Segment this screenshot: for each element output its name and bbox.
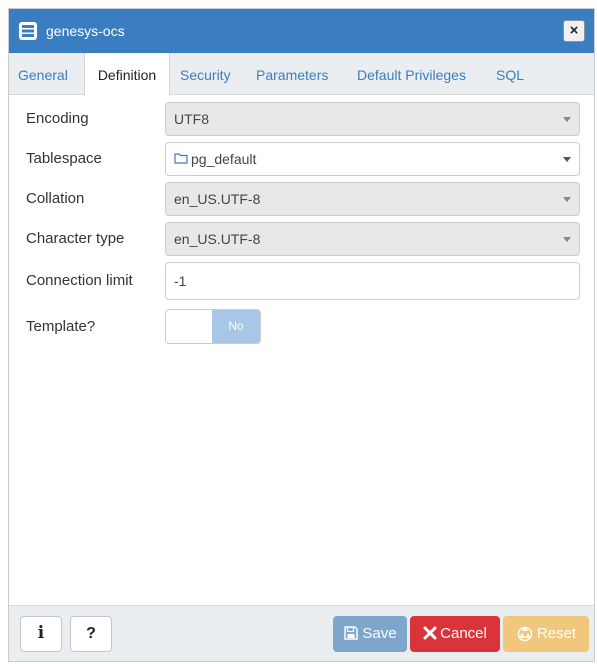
chevron-down-icon [563,117,571,122]
tab-default-privileges[interactable]: Default Privileges [357,53,466,95]
character-type-row: Character type en_US.UTF-8 [9,221,594,257]
collation-label: Collation [26,190,85,207]
tab-security[interactable]: Security [180,53,231,95]
floppy-disk-icon [344,625,359,640]
connection-limit-input[interactable] [165,262,580,300]
connection-limit-label: Connection limit [26,272,133,289]
tab-sql[interactable]: SQL [496,53,524,95]
cancel-label: Cancel [440,625,487,642]
collation-select[interactable]: en_US.UTF-8 [165,182,580,216]
template-label: Template? [26,318,96,335]
close-icon: × [569,22,579,39]
x-icon [423,626,437,640]
create-database-dialog: genesys-ocs × General Definition Securit… [8,8,595,662]
tablespace-select[interactable]: pg_default [165,142,580,176]
encoding-label: Encoding [26,110,89,127]
help-button[interactable]: ? [70,616,112,652]
info-button[interactable]: i [20,616,62,652]
dialog-titlebar[interactable]: genesys-ocs × [9,9,594,53]
save-button[interactable]: Save [333,616,407,652]
tab-parameters[interactable]: Parameters [256,53,328,95]
close-button[interactable]: × [563,20,585,42]
folder-icon [174,143,188,175]
tab-bar: General Definition Security Parameters D… [9,53,594,96]
template-toggle[interactable]: No [165,309,261,344]
reset-label: Reset [536,625,577,642]
recycle-icon [517,625,533,641]
chevron-down-icon [563,237,571,242]
dialog-title: genesys-ocs [46,23,125,39]
encoding-select[interactable]: UTF8 [165,102,580,136]
encoding-value: UTF8 [174,111,209,127]
database-icon [19,22,37,40]
dialog-footer: i ? Save Cancel Reset [9,605,594,661]
info-icon: i [37,623,45,643]
collation-row: Collation en_US.UTF-8 [9,181,594,217]
template-toggle-state: No [212,310,260,343]
reset-button[interactable]: Reset [503,616,589,652]
tablespace-value: pg_default [191,151,257,167]
character-type-label: Character type [26,230,125,247]
help-icon: ? [86,625,96,642]
connection-limit-row: Connection limit [9,261,594,301]
encoding-row: Encoding UTF8 [9,101,594,137]
tab-definition[interactable]: Definition [84,53,170,96]
save-label: Save [362,625,397,642]
chevron-down-icon [563,197,571,202]
character-type-select[interactable]: en_US.UTF-8 [165,222,580,256]
collation-value: en_US.UTF-8 [174,191,261,207]
chevron-down-icon [563,157,571,162]
character-type-value: en_US.UTF-8 [174,231,261,247]
template-row: Template? No [9,307,594,347]
cancel-button[interactable]: Cancel [410,616,500,652]
tablespace-row: Tablespace pg_default [9,141,594,177]
tablespace-label: Tablespace [26,150,102,167]
tab-general[interactable]: General [18,53,68,95]
